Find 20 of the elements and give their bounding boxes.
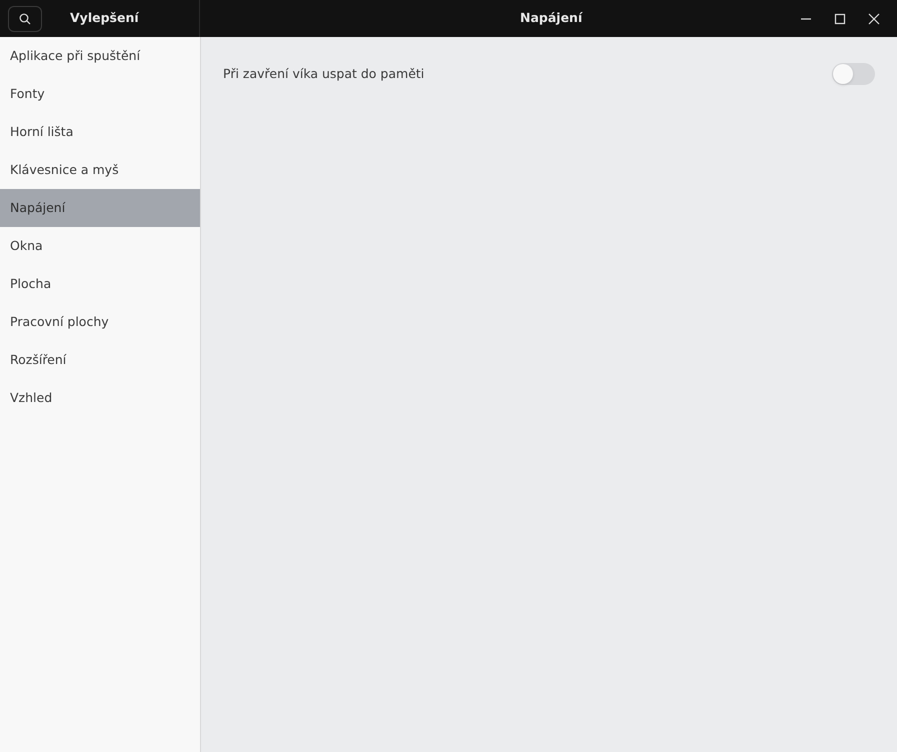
close-icon xyxy=(868,12,880,24)
sidebar-item[interactable]: Vzhled xyxy=(0,379,200,417)
close-button[interactable] xyxy=(867,12,881,26)
window-title: Napájení xyxy=(520,9,582,28)
sidebar-item[interactable]: Rozšíření xyxy=(0,341,200,379)
maximize-icon xyxy=(834,12,846,24)
sidebar-item[interactable]: Klávesnice a myš xyxy=(0,151,200,189)
sidebar-item[interactable]: Horní lišta xyxy=(0,113,200,151)
toggle-switch[interactable] xyxy=(832,63,875,85)
sidebar-title: Vylepšení xyxy=(70,9,139,28)
sidebar-item[interactable]: Fonty xyxy=(0,75,200,113)
sidebar-item[interactable]: Pracovní plochy xyxy=(0,303,200,341)
setting-label: Při zavření víka uspat do paměti xyxy=(223,64,424,83)
sidebar-item[interactable]: Aplikace při spuštění xyxy=(0,37,200,75)
sidebar-item[interactable]: Okna xyxy=(0,227,200,265)
search-button[interactable] xyxy=(8,6,42,32)
search-icon xyxy=(19,12,31,24)
maximize-button[interactable] xyxy=(833,12,847,26)
sidebar-item[interactable]: Napájení xyxy=(0,189,200,227)
sidebar-item[interactable]: Plocha xyxy=(0,265,200,303)
